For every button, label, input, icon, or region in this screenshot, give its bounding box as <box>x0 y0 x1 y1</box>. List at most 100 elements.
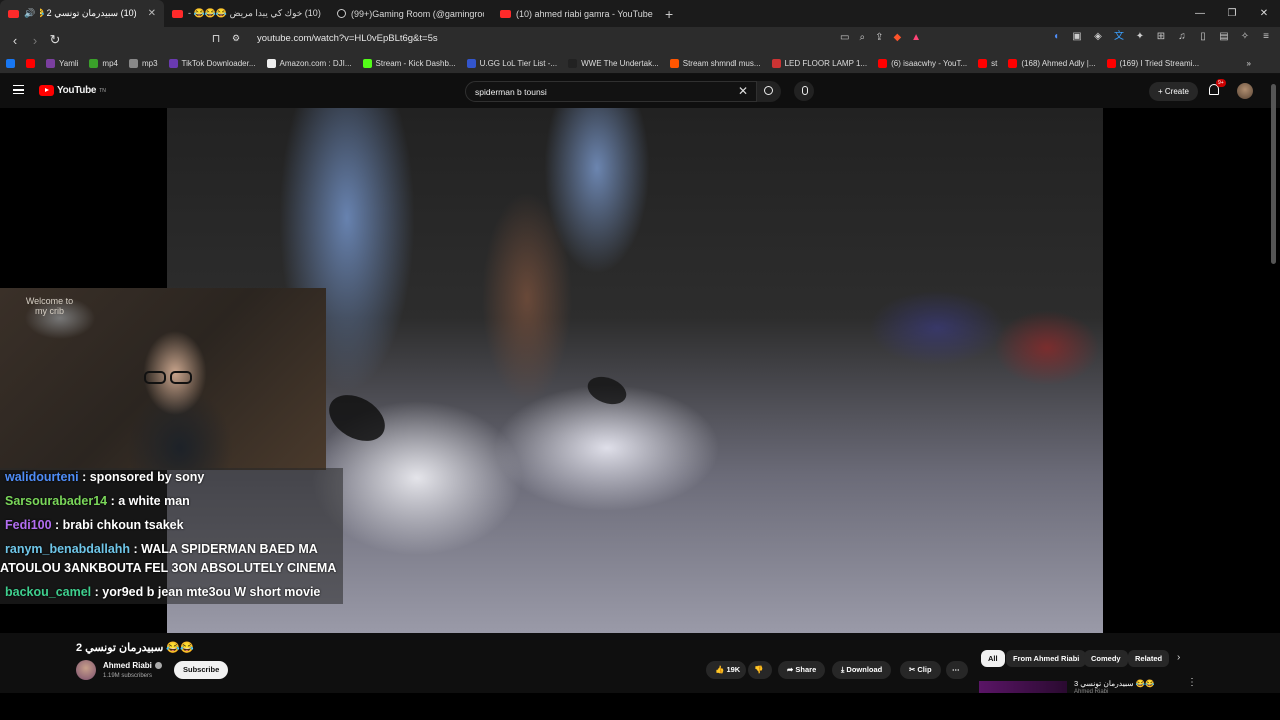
related-video-thumbnail[interactable] <box>979 681 1067 693</box>
chat-message: ATOULOU 3ANKBOUTA FEL 3ON ABSOLUTELY CIN… <box>0 561 336 575</box>
bookmark-favicon-icon <box>568 58 578 68</box>
media-icon[interactable]: ♫ <box>1176 31 1188 43</box>
dislike-button[interactable]: 👎 <box>748 661 772 679</box>
extension-screen-icon[interactable]: ▣ <box>1071 31 1083 43</box>
extension-box-icon[interactable]: ⊞ <box>1155 31 1167 43</box>
channel-avatar[interactable] <box>76 660 96 680</box>
bookmark-item[interactable]: Yamli <box>46 58 79 68</box>
extension-shield-icon[interactable]: ◈ <box>1092 31 1104 43</box>
like-button[interactable]: 👍 19K <box>706 661 746 679</box>
leo-ai-icon[interactable]: ✧ <box>1239 31 1251 43</box>
bookmark-item[interactable]: Amazon.com : DJI... <box>266 58 352 68</box>
chip-next-icon[interactable]: › <box>1177 652 1180 663</box>
forward-icon[interactable]: › <box>25 33 45 48</box>
video-player[interactable]: Welcome to my crib walidourteni : sponso… <box>0 108 1280 633</box>
webcam-overlay: Welcome to my crib <box>0 288 326 470</box>
bookmark-label: st <box>991 58 998 68</box>
extension-waves-icon[interactable]: ◖ <box>1050 31 1062 43</box>
bookmark-item[interactable]: TikTok Downloader... <box>168 58 256 68</box>
region-code: TN <box>99 87 106 94</box>
sidebar-icon[interactable]: ▯ <box>1197 31 1209 43</box>
bookmark-item[interactable]: mp4 <box>89 58 118 68</box>
search-icon[interactable] <box>757 81 781 102</box>
clear-search-icon[interactable]: ✕ <box>738 84 748 98</box>
bookmark-item[interactable] <box>26 58 35 68</box>
tab-gaming-room[interactable]: (99+)Gaming Room (@gamingroom <box>329 0 492 27</box>
tab-khouk[interactable]: (10) خوك كي يبدا مريض 😂😂😂 - <box>164 0 329 27</box>
bookmarks-overflow-icon[interactable]: » <box>1247 59 1251 68</box>
bookmark-item[interactable]: mp3 <box>128 58 158 68</box>
bookmark-item[interactable]: WWE The Undertak... <box>568 58 659 68</box>
account-avatar[interactable] <box>1237 83 1253 99</box>
subscribe-button[interactable]: Subscribe <box>174 661 229 679</box>
channel-name[interactable]: Ahmed Riabi <box>103 661 162 670</box>
bookmark-item[interactable]: (169) I Tried Streami... <box>1106 58 1199 68</box>
related-more-icon[interactable]: ⋮ <box>1187 677 1197 688</box>
related-video-title[interactable]: سبيدرمان تونسي 3 😂😂 <box>1074 679 1154 688</box>
share-page-icon[interactable]: ⇪ <box>875 32 883 43</box>
create-button[interactable]: + Create <box>1149 82 1198 101</box>
cast-icon[interactable]: ▭ <box>840 32 849 43</box>
reload-icon[interactable]: ↻ <box>45 32 65 48</box>
page-scrollbar[interactable] <box>1271 84 1276 264</box>
search-input[interactable]: spiderman b tounsi <box>475 87 547 97</box>
bookmark-item[interactable]: LED FLOOR LAMP 1... <box>771 58 867 68</box>
share-button[interactable]: ➦ Share <box>778 661 826 679</box>
bookmark-favicon-icon <box>1008 58 1018 68</box>
download-button[interactable]: ⤓ Download <box>832 661 892 679</box>
create-label: Create <box>1164 87 1189 96</box>
streamer-glasses <box>140 371 198 385</box>
minimize-button[interactable]: — <box>1184 0 1216 27</box>
bookmark-item[interactable]: Stream shmndl mus... <box>669 58 761 68</box>
chip-from-channel[interactable]: From Ahmed Riabi <box>1006 650 1087 667</box>
youtube-logo[interactable]: YouTube TN <box>39 85 106 96</box>
site-settings-icon[interactable]: ⚙ <box>232 33 240 44</box>
more-actions-button[interactable]: ⋯ <box>946 661 968 679</box>
url-field[interactable]: youtube.com/watch?v=HL0vEpBLt6g&t=5s <box>257 33 438 44</box>
extension-translate-icon[interactable]: 文 <box>1113 31 1125 43</box>
bookmark-item[interactable]: st <box>978 58 998 68</box>
close-tab-icon[interactable]: ✕ <box>148 8 156 19</box>
chip-related[interactable]: Related <box>1128 650 1170 667</box>
search-box[interactable]: spiderman b tounsi ✕ <box>465 81 757 102</box>
bookmark-label: Yamli <box>59 58 79 68</box>
download-icon: ⤓ <box>841 665 845 674</box>
menu-icon[interactable]: ≡ <box>1260 31 1272 43</box>
clip-button[interactable]: ✂ Clip <box>900 661 941 679</box>
chat-message: ranym_benabdallahh : WALA SPIDERMAN BAED… <box>5 542 318 556</box>
bookmarks-bar: Yamli mp4 mp3 TikTok Downloader... Amazon.co… <box>0 53 1280 74</box>
bookmark-favicon-icon <box>978 58 988 68</box>
bookmark-label: U.GG LoL Tier List -... <box>479 58 558 68</box>
bookmark-item[interactable]: Stream - Kick Dashb... <box>362 58 456 68</box>
tab-ahmed-riabi-gamra[interactable]: (10) ahmed riabi gamra - YouTube <box>492 0 655 27</box>
bookmark-item[interactable]: (6) isaacwhy - YouT... <box>878 58 967 68</box>
brave-rewards-icon[interactable]: ▲ <box>911 32 921 43</box>
speaker-icon[interactable]: 🔊 <box>24 8 35 19</box>
new-tab-button[interactable]: + <box>655 6 683 22</box>
extensions-puzzle-icon[interactable]: ✦ <box>1134 31 1146 43</box>
zoom-icon[interactable]: ⌕ <box>859 32 865 43</box>
tab-title: (10) سبيدرمان تونسي 2 😂😂 <box>40 8 137 18</box>
tab-spiderman-2[interactable]: 🔊 (10) سبيدرمان تونسي 2 😂😂 ✕ <box>0 0 164 27</box>
wallet-icon[interactable]: ▤ <box>1218 31 1230 43</box>
taskbar-area <box>0 693 1280 720</box>
back-icon[interactable]: ‹ <box>5 33 25 48</box>
tab-strip: 🔊 (10) سبيدرمان تونسي 2 😂😂 ✕ (10) خوك كي… <box>0 0 1280 27</box>
bookmark-item[interactable]: (168) Ahmed Adly |... <box>1008 58 1096 68</box>
chip-comedy[interactable]: Comedy <box>1084 650 1128 667</box>
close-window-button[interactable]: ✕ <box>1248 0 1280 27</box>
share-label: Share <box>795 665 817 674</box>
bookmark-item[interactable] <box>6 58 15 68</box>
microphone-icon[interactable] <box>794 81 814 101</box>
maximize-button[interactable]: ❐ <box>1216 0 1248 27</box>
chip-all[interactable]: All <box>981 650 1005 667</box>
shoe-swoosh-graphic <box>321 385 393 451</box>
bookmark-item[interactable]: U.GG LoL Tier List -... <box>466 58 558 68</box>
bookmark-icon[interactable]: ⊓ <box>206 32 226 45</box>
bookmark-favicon-icon <box>266 58 276 68</box>
brave-shields-icon[interactable]: ◆ <box>893 32 901 43</box>
tiktok-favicon-icon <box>337 9 346 18</box>
guide-menu-icon[interactable] <box>13 85 24 94</box>
channel-name-text: Ahmed Riabi <box>103 661 152 670</box>
youtube-header: YouTube TN spiderman b tounsi ✕ + Create … <box>0 74 1280 108</box>
